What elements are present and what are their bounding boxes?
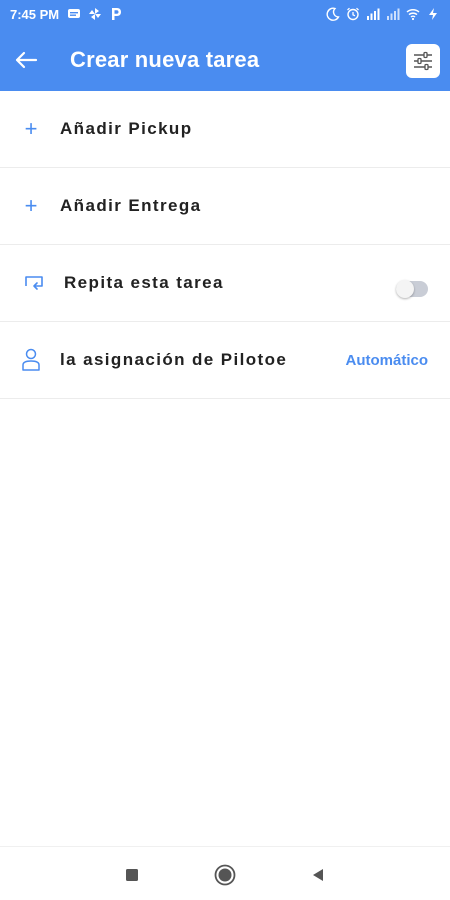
back-nav-button[interactable]: [307, 864, 329, 886]
pilot-assignment-row[interactable]: la asignación de Pilotoe Automático: [0, 322, 450, 399]
wifi-icon: [406, 8, 420, 21]
signal-icon-2: [387, 8, 400, 20]
signal-icon: [367, 8, 380, 20]
add-delivery-row[interactable]: + Añadir Entrega: [0, 168, 450, 245]
repeat-icon: [25, 276, 43, 290]
moon-icon: [326, 7, 340, 21]
alarm-icon: [347, 7, 359, 21]
add-pickup-row[interactable]: + Añadir Pickup: [0, 91, 450, 168]
pinwheel-icon: [89, 8, 102, 20]
repeat-task-toggle[interactable]: [396, 280, 428, 298]
add-pickup-label: Añadir Pickup: [60, 119, 193, 138]
repeat-task-row: Repita esta tarea: [0, 245, 450, 322]
plus-icon: +: [24, 116, 38, 141]
repeat-task-label: Repita esta tarea: [64, 273, 224, 292]
page-title: Crear nueva tarea: [70, 46, 260, 72]
home-button[interactable]: [214, 864, 236, 886]
filter-button[interactable]: [406, 44, 440, 78]
plus-icon: +: [24, 193, 38, 218]
p-app-icon: [112, 8, 122, 20]
task-options-list: + Añadir Pickup + Añadir Entrega Repita …: [0, 91, 450, 399]
status-time: 7:45 PM: [10, 6, 60, 22]
home-icon: [214, 864, 236, 886]
back-button[interactable]: [0, 28, 52, 91]
toggle-knob: [396, 280, 414, 298]
add-delivery-label: Añadir Entrega: [60, 196, 202, 215]
message-icon: [68, 9, 81, 18]
pilot-assignment-label: la asignación de Pilotoe: [60, 350, 288, 369]
battery-charging-icon: [429, 8, 437, 20]
assignment-mode-value[interactable]: Automático: [346, 352, 429, 369]
arrow-left-icon: [15, 51, 38, 68]
recent-apps-button[interactable]: [121, 864, 143, 886]
app-bar: Crear nueva tarea: [0, 28, 450, 91]
back-triangle-icon: [313, 869, 323, 881]
sliders-icon: [414, 51, 432, 71]
status-bar: 7:45 PM: [0, 0, 450, 28]
recent-apps-icon: [126, 869, 138, 881]
person-icon: [22, 348, 40, 371]
system-nav-bar: [0, 846, 450, 900]
